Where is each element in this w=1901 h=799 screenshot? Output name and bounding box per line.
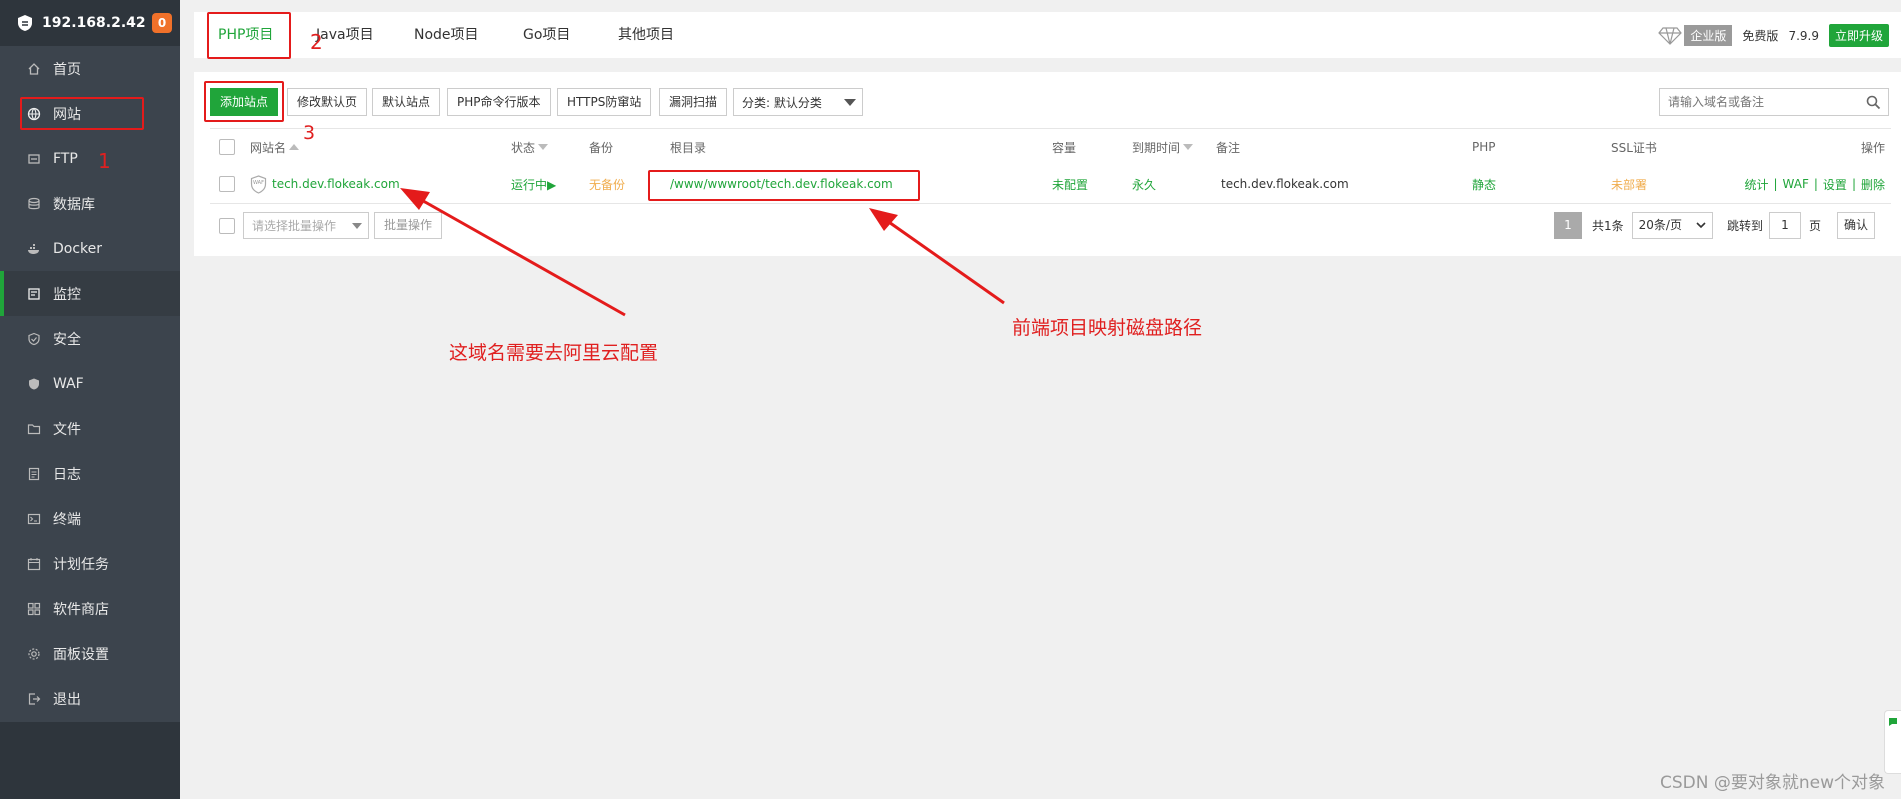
chat-icon [1889,718,1897,726]
annotation-arrows [400,188,1005,317]
arrow-to-root-path [869,208,1005,305]
floating-side-tab[interactable] [1884,710,1901,774]
arrow-to-domain [400,188,626,317]
watermark: CSDN @要对象就new个对象 [1659,773,1885,793]
